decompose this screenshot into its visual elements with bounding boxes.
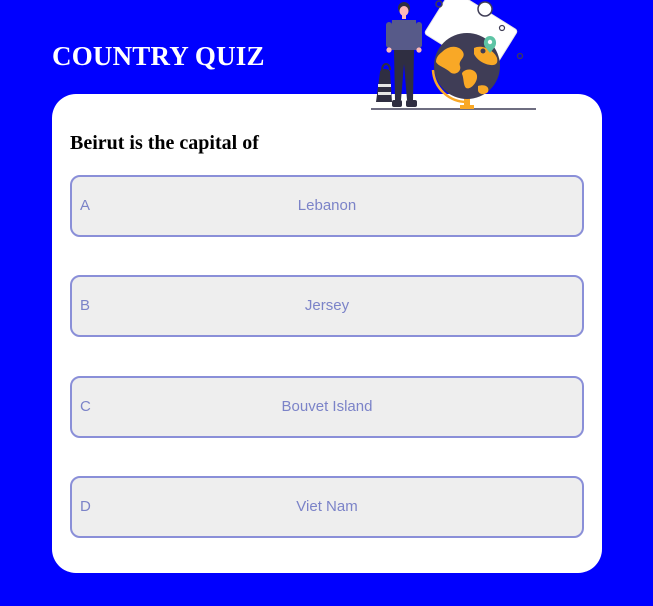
option-answer: Bouvet Island (281, 398, 373, 415)
traveler-with-globe-illustration (371, 0, 536, 110)
option-c-button[interactable]: C Bouvet Island (70, 376, 584, 438)
option-answer: Lebanon (297, 197, 357, 214)
traveler-person (386, 2, 422, 107)
decor-circle (477, 1, 493, 17)
quiz-card: Beirut is the capital of A Lebanon B Jer… (52, 94, 602, 573)
decor-circle (516, 52, 524, 60)
quiz-title: COUNTRY QUIZ (52, 41, 265, 71)
option-b-button[interactable]: B Jersey (70, 275, 584, 337)
option-answer: Viet Nam (296, 498, 358, 515)
backpack-icon (376, 63, 392, 102)
option-answer: Jersey (304, 297, 350, 314)
option-d-button[interactable]: D Viet Nam (70, 476, 584, 538)
question-text: Beirut is the capital of (70, 132, 259, 154)
option-a-button[interactable]: A Lebanon (70, 175, 584, 237)
decor-circle (435, 0, 443, 8)
